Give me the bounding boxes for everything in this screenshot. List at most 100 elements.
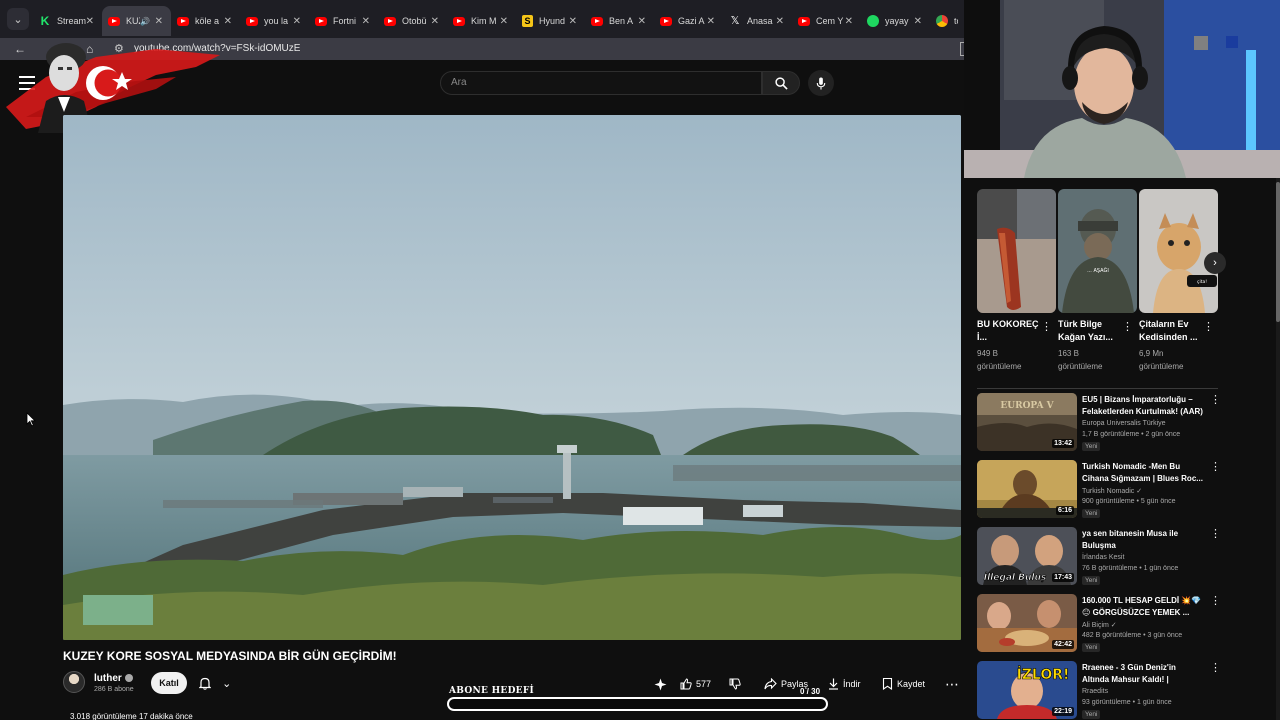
video-thumbnail[interactable]: İllegal Buluş 17:43: [977, 527, 1077, 585]
close-tab-icon[interactable]: ✕: [707, 16, 715, 27]
close-tab-icon[interactable]: ✕: [224, 16, 232, 27]
video-duration: 6:16: [1055, 506, 1074, 515]
video-title[interactable]: ya sen bitanesin Musa ile Buluşma: [1082, 528, 1204, 552]
recommended-video[interactable]: İZLOR! 22:19 Rraenee - 3 Gün Deniz'in Al…: [977, 661, 1227, 720]
download-button[interactable]: İndir: [828, 673, 861, 695]
recommended-video[interactable]: 6:16 Turkish Nomadic -Men Bu Cihana Sığm…: [977, 460, 1227, 522]
chrome-icon: [936, 15, 948, 27]
short-title[interactable]: Çitaların Ev Kedisinden ...: [1139, 318, 1201, 344]
browser-tab[interactable]: yayay ✕: [861, 6, 930, 36]
browser-tab[interactable]: köle a ✕: [171, 6, 240, 36]
short-more-icon[interactable]: ⋮: [1203, 320, 1214, 333]
video-player[interactable]: [63, 115, 961, 640]
chevron-down-icon: ⌄: [222, 677, 232, 690]
video-title[interactable]: Turkish Nomadic -Men Bu Cihana Sığmazam …: [1082, 461, 1204, 485]
join-button[interactable]: Katıl: [151, 672, 187, 694]
recommended-video[interactable]: İllegal Buluş 17:43 ya sen bitanesin Mus…: [977, 527, 1227, 589]
bell-icon: [198, 677, 211, 690]
more-options-icon[interactable]: ⋮: [1210, 594, 1221, 607]
dislike-button[interactable]: [729, 673, 745, 695]
channel-name[interactable]: luther: [94, 673, 133, 684]
save-button[interactable]: Kaydet: [882, 673, 925, 695]
browser-tab[interactable]: K Stream ✕: [33, 6, 102, 36]
video-thumbnail[interactable]: 6:16: [977, 460, 1077, 518]
close-tab-icon[interactable]: ✕: [500, 16, 508, 27]
youtube-icon: [384, 16, 396, 26]
channel-avatar[interactable]: [63, 671, 85, 693]
video-title[interactable]: 160.000 TL HESAP GELDİ 💥💎 😐 GÖRGÜSÜZCE Y…: [1082, 595, 1204, 619]
shorts-next-button[interactable]: ›: [1204, 252, 1226, 274]
more-options-icon[interactable]: ⋮: [1210, 527, 1221, 540]
close-tab-icon[interactable]: ✕: [638, 16, 646, 27]
search-input[interactable]: Ara: [440, 71, 762, 95]
short-more-icon[interactable]: ⋮: [1041, 320, 1052, 333]
channel-name[interactable]: Europa Universalis Türkiye: [1082, 420, 1166, 427]
browser-tab[interactable]: Kim M ✕: [447, 6, 516, 36]
notification-bell-button[interactable]: ⌄: [193, 672, 237, 694]
tab-search-button[interactable]: ⌄: [7, 8, 29, 30]
channel-name[interactable]: Ali Biçim ✓: [1082, 621, 1117, 629]
close-tab-icon[interactable]: ✕: [569, 16, 577, 27]
channel-name[interactable]: Turkish Nomadic ✓: [1082, 487, 1142, 495]
close-tab-icon[interactable]: ✕: [155, 16, 163, 27]
video-stats: 900 görüntüleme • 5 gün önce: [1082, 498, 1176, 505]
browser-tab[interactable]: Ben A ✕: [585, 6, 654, 36]
channel-name[interactable]: Rraedits: [1082, 688, 1108, 695]
browser-tab[interactable]: you la ✕: [240, 6, 309, 36]
subscriber-goal-bar: [447, 697, 828, 711]
close-tab-icon[interactable]: ✕: [776, 16, 784, 27]
browser-tab[interactable]: tos: [930, 6, 958, 36]
video-title[interactable]: EU5 | Bizans İmparatorluğu – Felaketlerd…: [1082, 394, 1204, 418]
short-card[interactable]: çita!: [1139, 189, 1218, 313]
more-options-icon[interactable]: ⋮: [1210, 393, 1221, 406]
more-options-icon[interactable]: ⋮: [1210, 460, 1221, 473]
video-thumbnail[interactable]: İZLOR! 22:19: [977, 661, 1077, 719]
channel-name[interactable]: İrlandas Kesit: [1082, 554, 1124, 561]
video-thumbnail[interactable]: EUROPA V 13:42: [977, 393, 1077, 451]
browser-tab[interactable]: Otobü ✕: [378, 6, 447, 36]
browser-tab[interactable]: S Hyund ✕: [516, 6, 585, 36]
video-stats: 482 B görüntüleme • 3 gün önce: [1082, 632, 1183, 639]
sidebar-scrollbar-thumb[interactable]: [1276, 182, 1280, 322]
short-card[interactable]: ... AŞAĞI: [1058, 189, 1137, 313]
close-tab-icon[interactable]: ✕: [845, 16, 853, 27]
thumbs-up-icon: [680, 678, 692, 690]
s-icon: S: [522, 15, 533, 27]
chevron-right-icon: ›: [1213, 257, 1217, 269]
new-badge: Yeni: [1082, 710, 1101, 719]
browser-tab[interactable]: 𝕏 Anasa ✕: [723, 6, 792, 36]
close-tab-icon[interactable]: ✕: [914, 16, 922, 27]
more-actions-icon[interactable]: ⋯: [945, 676, 960, 693]
video-thumbnail[interactable]: 42:42: [977, 594, 1077, 652]
youtube-icon: [246, 16, 258, 26]
short-more-icon[interactable]: ⋮: [1122, 320, 1133, 333]
like-button[interactable]: 577: [680, 673, 711, 695]
svg-text:EUROPA V: EUROPA V: [1000, 401, 1054, 411]
like-count: 577: [696, 679, 712, 689]
short-title[interactable]: BU KOKOREÇ İ...: [977, 318, 1039, 344]
voice-search-button[interactable]: [808, 70, 834, 96]
video-title[interactable]: Rraenee - 3 Gün Deniz'in Altında Mahsur …: [1082, 662, 1204, 686]
short-card[interactable]: [977, 189, 1056, 313]
recommended-video[interactable]: 42:42 160.000 TL HESAP GELDİ 💥💎 😐 GÖRGÜS…: [977, 594, 1227, 656]
close-tab-icon[interactable]: ✕: [431, 16, 439, 27]
browser-tab[interactable]: Cem Y ✕: [792, 6, 861, 36]
subscriber-goal-label: ABONE HEDEFİ: [449, 686, 535, 696]
new-badge: Yeni: [1082, 576, 1101, 585]
youtube-icon: [798, 16, 810, 26]
x-icon: 𝕏: [730, 15, 740, 27]
close-tab-icon[interactable]: ✕: [86, 16, 94, 27]
webcam-overlay: [964, 0, 1280, 178]
recommended-video[interactable]: EUROPA V 13:42 EU5 | Bizans İmparatorluğ…: [977, 393, 1227, 455]
more-options-icon[interactable]: ⋮: [1210, 661, 1221, 674]
close-tab-icon[interactable]: ✕: [362, 16, 370, 27]
clap-icon-button[interactable]: [654, 673, 671, 695]
browser-tab-active[interactable]: KUZ🔊✕: [102, 6, 171, 36]
close-tab-icon[interactable]: ✕: [293, 16, 301, 27]
speaker-icon[interactable]: 🔊: [140, 17, 150, 26]
video-duration: 42:42: [1052, 640, 1074, 649]
search-button[interactable]: [762, 71, 800, 95]
browser-tab[interactable]: Fortni ✕: [309, 6, 378, 36]
browser-tab[interactable]: Gazi A ✕: [654, 6, 723, 36]
short-title[interactable]: Türk Bilge Kağan Yazı...: [1058, 318, 1120, 344]
